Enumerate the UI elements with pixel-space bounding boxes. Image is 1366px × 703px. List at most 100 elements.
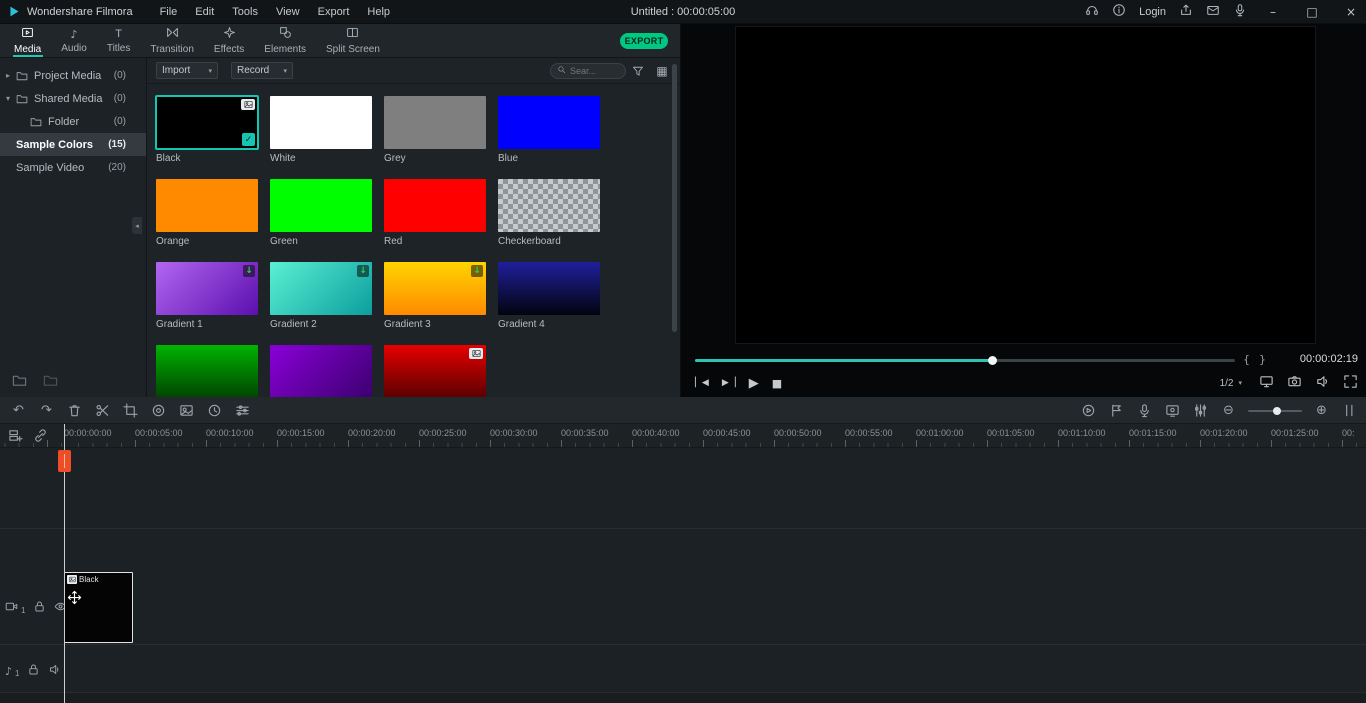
login-button[interactable]: Login [1139,6,1166,18]
media-thumbnail[interactable] [156,179,258,232]
stop-button[interactable]: ■ [772,377,782,390]
minimize-button[interactable]: – [1260,5,1286,19]
media-thumbnail[interactable] [498,96,600,149]
expander-icon[interactable]: ▸ [6,71,16,80]
marker-icon[interactable] [1108,402,1125,419]
filter-icon[interactable] [630,63,646,79]
split-icon[interactable] [94,402,111,419]
download-badge-icon[interactable]: ↓ [357,265,369,277]
media-thumbnail[interactable] [384,345,486,397]
menu-edit[interactable]: Edit [195,6,214,18]
expander-icon[interactable]: ▾ [6,94,16,103]
timeline-ruler[interactable]: 00:00:00:00 00:00:05:00 00:00:10:00 00:00:1… [0,424,1366,448]
tab-elements[interactable]: Elements [254,24,316,57]
speaker-icon[interactable] [48,663,61,679]
grid-view-icon[interactable]: ▦ [654,63,670,79]
redo-icon[interactable]: ↷ [38,402,55,419]
sidebar-item-sample-video[interactable]: Sample Video (20) [0,156,146,179]
media-item-gradient-2[interactable]: ↓ Gradient 2 [270,262,372,332]
menu-help[interactable]: Help [367,6,390,18]
mail-icon[interactable] [1206,3,1220,20]
export-button[interactable]: EXPORT [620,33,668,49]
download-badge-icon[interactable]: ↓ [471,265,483,277]
color-icon[interactable] [150,402,167,419]
timeline-hscrollbar[interactable] [0,692,1366,703]
link-icon[interactable] [33,428,48,446]
media-item-gradient-4[interactable]: Gradient 4 [498,262,600,332]
monitor-icon[interactable] [1259,374,1274,392]
playhead-handle[interactable] [58,450,71,472]
lock-icon[interactable] [33,600,46,616]
search-box[interactable] [550,63,626,79]
speed-icon[interactable] [206,402,223,419]
search-input[interactable] [570,66,619,76]
render-preview-icon[interactable] [1080,402,1097,419]
tab-audio[interactable]: ♪ Audio [51,24,97,57]
folder-view-icon[interactable] [43,373,58,391]
timeline-clip-black[interactable]: Black [64,572,133,643]
sidebar-item-project-media[interactable]: ▸ Project Media (0) [0,64,146,87]
media-item-blue[interactable]: Blue [498,96,600,166]
media-thumbnail[interactable] [270,179,372,232]
prev-frame-button[interactable]: ▏ ◀ [695,378,709,388]
media-item-grey[interactable]: Grey [384,96,486,166]
audio-mixer-icon[interactable] [1192,402,1209,419]
tab-media[interactable]: Media [4,24,51,57]
panel-collapse-handle[interactable]: ◂ [132,217,142,234]
menu-view[interactable]: View [276,6,300,18]
media-thumbnail[interactable]: ↓ [384,262,486,315]
media-thumbnail[interactable] [270,345,372,397]
adjust-icon[interactable] [234,402,251,419]
delete-icon[interactable] [66,402,83,419]
tab-titles[interactable]: T Titles [97,24,141,57]
tab-split-screen[interactable]: Split Screen [316,24,390,57]
mic-icon[interactable] [1233,3,1247,20]
record-dropdown[interactable]: Record ▾ [231,62,293,79]
green-screen-icon[interactable] [178,402,195,419]
timeline-zoom-slider[interactable] [1248,406,1302,415]
tab-transition[interactable]: Transition [140,24,204,57]
crop-icon[interactable] [122,402,139,419]
media-item-gradient-3[interactable]: ↓ Gradient 3 [384,262,486,332]
lock-icon[interactable] [27,663,40,679]
menu-tools[interactable]: Tools [232,6,258,18]
media-thumbnail[interactable] [384,179,486,232]
sidebar-item-folder[interactable]: Folder (0) [0,110,146,133]
preview-zoom-select[interactable]: 1/2 ▾ [1220,378,1242,389]
volume-icon[interactable] [1315,374,1330,392]
zoom-in-icon[interactable]: ⊕ [1313,402,1330,419]
media-thumbnail[interactable] [156,345,258,397]
publish-icon[interactable] [1179,3,1193,20]
download-badge-icon[interactable]: ↓ [243,265,255,277]
media-thumbnail[interactable]: ↓ [270,262,372,315]
headset-icon[interactable] [1085,3,1099,20]
fullscreen-icon[interactable] [1343,374,1358,392]
media-thumbnail[interactable] [498,262,600,315]
voiceover-icon[interactable] [1136,402,1153,419]
sidebar-item-shared-media[interactable]: ▾ Shared Media (0) [0,87,146,110]
mark-in-icon[interactable]: { [1243,353,1250,366]
snapshot-icon[interactable] [1287,374,1302,392]
close-button[interactable]: × [1338,5,1364,19]
maximize-button[interactable]: □ [1299,5,1325,19]
zoom-out-icon[interactable]: ⊖ [1220,402,1237,419]
zoom-slider-handle[interactable] [1273,406,1282,415]
fit-timeline-icon[interactable] [1341,402,1358,419]
tab-effects[interactable]: Effects [204,24,254,57]
next-frame-button[interactable]: ▶ ▕ [722,378,736,388]
media-item-black[interactable]: ✓ Black [155,95,259,166]
media-item-item[interactable] [156,345,258,397]
media-item-gradient-1[interactable]: ↓ Gradient 1 [156,262,258,332]
media-item-green[interactable]: Green [270,179,372,249]
manage-tracks-icon[interactable] [8,428,23,446]
media-thumbnail[interactable]: ✓ [155,95,259,150]
mark-out-icon[interactable]: } [1259,353,1266,366]
screen-record-icon[interactable] [1164,402,1181,419]
seek-bar[interactable] [695,356,1235,365]
new-folder-icon[interactable] [12,373,27,391]
media-thumbnail[interactable] [270,96,372,149]
media-item-white[interactable]: White [270,96,372,166]
menu-export[interactable]: Export [318,6,350,18]
import-dropdown[interactable]: Import ▾ [156,62,218,79]
menu-file[interactable]: File [160,6,178,18]
